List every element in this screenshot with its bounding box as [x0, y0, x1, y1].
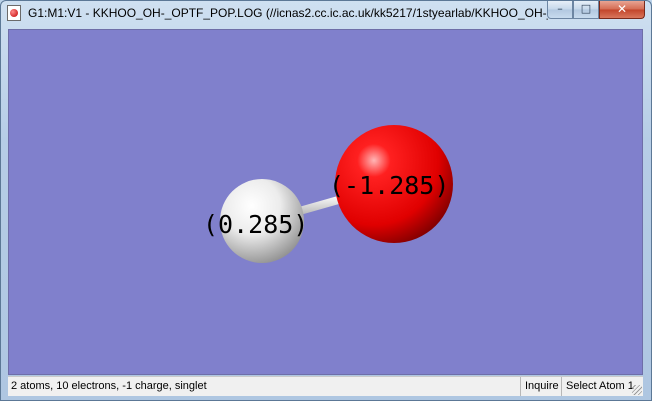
window-title: G1:M1:V1 - KKHOO_OH-_OPTF_POP.LOG (//icn…	[28, 6, 548, 20]
molecule-viewport[interactable]: (-1.285) (0.285)	[8, 29, 643, 375]
status-mode: Inquire	[520, 377, 563, 396]
molecule-summary: 2 atoms, 10 electrons, -1 charge, single…	[11, 380, 207, 392]
app-icon[interactable]	[7, 5, 21, 21]
maximize-button[interactable]: □	[573, 1, 599, 19]
molecule-canvas[interactable]: (-1.285) (0.285)	[9, 30, 643, 375]
minimize-button[interactable]: –	[547, 1, 573, 19]
hydrogen-charge-label: (0.285)	[203, 210, 308, 239]
oxygen-charge-label: (-1.285)	[329, 171, 449, 200]
molecule-viewer-window: G1:M1:V1 - KKHOO_OH-_OPTF_POP.LOG (//icn…	[0, 0, 652, 401]
title-bar[interactable]: G1:M1:V1 - KKHOO_OH-_OPTF_POP.LOG (//icn…	[1, 1, 651, 27]
status-bar: 2 atoms, 10 electrons, -1 charge, single…	[8, 376, 643, 396]
close-button[interactable]: ✕	[599, 1, 645, 19]
status-action: Select Atom 1	[561, 377, 638, 396]
resize-grip[interactable]	[632, 385, 642, 395]
